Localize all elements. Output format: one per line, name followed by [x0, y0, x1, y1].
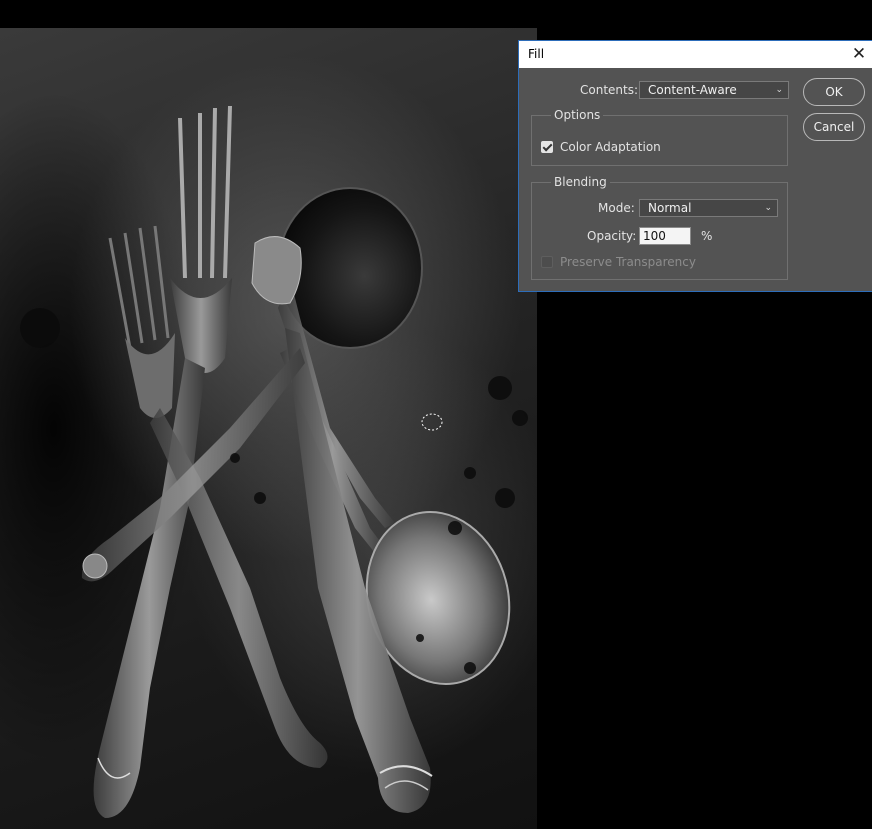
opacity-input[interactable]: [639, 227, 691, 245]
opacity-unit: %: [701, 229, 713, 243]
preserve-transparency-label: Preserve Transparency: [560, 255, 696, 269]
lasso-selection-icon[interactable]: [421, 413, 443, 431]
color-adaptation-label[interactable]: Color Adaptation: [560, 140, 661, 154]
photo-canvas[interactable]: [0, 28, 537, 829]
color-adaptation-checkbox[interactable]: [541, 141, 553, 153]
options-group-title: Options: [551, 108, 604, 122]
opacity-label: Opacity:: [587, 229, 637, 243]
dialog-titlebar[interactable]: Fill ✕: [519, 41, 872, 68]
contents-select-value: Content-Aware: [648, 83, 737, 97]
mode-select-value: Normal: [648, 201, 692, 215]
chevron-down-icon: ⌄: [764, 203, 772, 213]
silverware-photo: [20, 105, 528, 818]
blending-group-title: Blending: [551, 175, 610, 189]
mode-select[interactable]: Normal ⌄: [639, 199, 778, 217]
close-icon[interactable]: ✕: [850, 45, 868, 63]
contents-label: Contents:: [580, 83, 639, 97]
fill-dialog: Fill ✕ Contents: Content-Aware ⌄ OK Canc…: [518, 40, 872, 292]
chevron-down-icon: ⌄: [775, 85, 783, 95]
dialog-title: Fill: [528, 47, 545, 61]
cancel-button[interactable]: Cancel: [803, 113, 865, 141]
contents-select[interactable]: Content-Aware ⌄: [639, 81, 789, 99]
ok-button[interactable]: OK: [803, 78, 865, 106]
mode-label: Mode:: [598, 201, 635, 215]
preserve-transparency-checkbox[interactable]: [541, 256, 553, 268]
